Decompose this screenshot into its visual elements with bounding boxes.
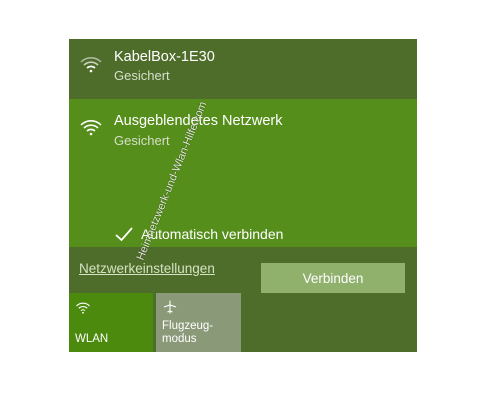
network-ssid: KabelBox-1E30	[114, 49, 215, 65]
network-flyout: KabelBox-1E30 Gesichert Ausgeblendetes N…	[69, 39, 417, 352]
checkmark-icon	[115, 227, 133, 242]
wifi-signal-icon	[80, 57, 102, 73]
wifi-icon	[76, 302, 90, 314]
auto-connect-checkbox[interactable]: Automatisch verbinden	[113, 223, 283, 245]
network-ssid: Ausgeblendetes Netzwerk	[114, 113, 283, 129]
network-item-kabelbox[interactable]: KabelBox-1E30 Gesichert	[69, 39, 417, 99]
wlan-tile-label: WLAN	[75, 333, 109, 345]
wifi-signal-icon	[80, 120, 102, 136]
airplane-tile-label: Flugzeug- modus	[162, 320, 213, 346]
network-item-hidden[interactable]: Ausgeblendetes Netzwerk Gesichert Automa…	[69, 99, 417, 293]
connect-button[interactable]: Verbinden	[261, 263, 405, 293]
airplane-label-line1: Flugzeug-	[162, 320, 214, 332]
airplane-label-line2: modus	[162, 333, 197, 345]
airplane-icon	[163, 300, 177, 314]
auto-connect-label: Automatisch verbinden	[141, 226, 284, 242]
network-settings-link[interactable]: Netzwerkeinstellungen	[79, 261, 215, 276]
airplane-mode-tile[interactable]: Flugzeug- modus	[156, 293, 241, 352]
network-status: Gesichert	[114, 68, 170, 83]
wlan-toggle-tile[interactable]: WLAN	[69, 293, 153, 352]
network-status: Gesichert	[114, 133, 170, 148]
